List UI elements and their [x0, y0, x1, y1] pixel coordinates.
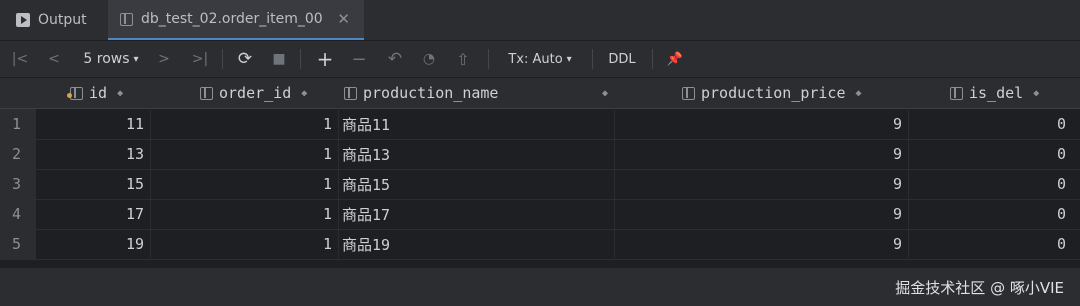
toolbar-divider: [652, 49, 653, 69]
delete-row-button[interactable]: −: [346, 41, 372, 77]
table-row[interactable]: 4 17 1 商品17 9 0: [0, 199, 1080, 230]
table-row[interactable]: 3 15 1 商品15 9 0: [0, 169, 1080, 200]
cell-production-name[interactable]: 商品11: [342, 109, 610, 139]
column-header-label: production_name: [363, 84, 499, 102]
tab-table-label: db_test_02.order_item_00: [141, 11, 323, 27]
footer-bar: 掘金技术社区 @ 啄小VIE: [0, 268, 1080, 306]
toolbar-divider: [300, 49, 301, 69]
preview-changes-button[interactable]: ◔: [416, 41, 442, 77]
chevron-down-icon: ▾: [133, 53, 139, 65]
sort-icon[interactable]: ◆: [1033, 88, 1039, 99]
cell-production-price[interactable]: 9: [620, 109, 902, 139]
cell-is-del[interactable]: 0: [914, 229, 1066, 259]
column-icon: [950, 86, 963, 100]
tab-output[interactable]: Output: [16, 0, 87, 40]
cell-production-name[interactable]: 商品19: [342, 229, 610, 259]
rows-dropdown[interactable]: 5 rows ▾: [74, 41, 148, 77]
tx-mode-label: Tx: Auto: [508, 51, 563, 67]
column-header-label: id: [89, 84, 108, 102]
cell-production-name[interactable]: 商品13: [342, 139, 610, 169]
row-number[interactable]: 5: [0, 229, 36, 259]
column-icon: [682, 86, 695, 100]
cell-id[interactable]: 17: [40, 199, 144, 229]
revert-button[interactable]: ↶: [382, 41, 408, 77]
table-row[interactable]: 2 13 1 商品13 9 0: [0, 139, 1080, 170]
column-header-production-name[interactable]: production_name ◆: [344, 78, 608, 108]
column-header-id[interactable]: id ◆: [67, 78, 148, 108]
cell-is-del[interactable]: 0: [914, 139, 1066, 169]
sort-icon[interactable]: ◆: [602, 88, 608, 99]
toolbar-divider: [222, 49, 223, 69]
cell-id[interactable]: 19: [40, 229, 144, 259]
row-number[interactable]: 3: [0, 169, 36, 199]
add-row-button[interactable]: +: [312, 41, 338, 77]
row-number[interactable]: 1: [0, 109, 36, 139]
ddl-button[interactable]: DDL: [602, 41, 642, 77]
sort-icon[interactable]: ◆: [856, 88, 862, 99]
cell-production-price[interactable]: 9: [620, 229, 902, 259]
column-header-order-id[interactable]: order_id ◆: [200, 78, 336, 108]
cell-order-id[interactable]: 1: [156, 229, 332, 259]
cell-is-del[interactable]: 0: [914, 169, 1066, 199]
column-header-label: order_id: [219, 84, 292, 102]
result-toolbar: |< < 5 rows ▾ > >| ⟳ ■ + − ↶ ◔ ⇧ Tx: Aut…: [0, 41, 1080, 78]
submit-button[interactable]: ⇧: [450, 41, 476, 77]
table-row[interactable]: 1 11 1 商品11 9 0: [0, 109, 1080, 140]
column-header-label: production_price: [701, 84, 846, 102]
run-console-icon: [16, 13, 30, 27]
cell-production-price[interactable]: 9: [620, 169, 902, 199]
cell-is-del[interactable]: 0: [914, 109, 1066, 139]
first-page-button[interactable]: |<: [8, 41, 32, 77]
cell-id[interactable]: 11: [40, 109, 144, 139]
stop-button[interactable]: ■: [266, 41, 292, 77]
cell-order-id[interactable]: 1: [156, 169, 332, 199]
next-page-button[interactable]: >: [152, 41, 176, 77]
transaction-mode-dropdown[interactable]: Tx: Auto ▾: [498, 41, 582, 77]
cell-production-name[interactable]: 商品17: [342, 199, 610, 229]
prev-page-button[interactable]: <: [42, 41, 66, 77]
refresh-button[interactable]: ⟳: [232, 41, 258, 77]
table-icon: [120, 12, 133, 26]
close-icon[interactable]: ✕: [337, 10, 350, 28]
table-row[interactable]: 5 19 1 商品19 9 0: [0, 229, 1080, 260]
row-number[interactable]: 4: [0, 199, 36, 229]
primary-key-column-icon: [67, 86, 83, 100]
column-header-is-del[interactable]: is_del ◆: [950, 78, 1064, 108]
pin-icon[interactable]: 📌: [662, 41, 688, 77]
cell-production-price[interactable]: 9: [620, 199, 902, 229]
watermark: 掘金技术社区 @ 啄小VIE: [895, 278, 1064, 297]
toolbar-divider: [488, 49, 489, 69]
toolbar-divider: [592, 49, 593, 69]
cell-production-price[interactable]: 9: [620, 139, 902, 169]
sort-icon[interactable]: ◆: [117, 88, 123, 99]
tab-order-item-table[interactable]: db_test_02.order_item_00 ✕: [108, 0, 364, 40]
cell-order-id[interactable]: 1: [156, 109, 332, 139]
column-icon: [344, 86, 357, 100]
cell-is-del[interactable]: 0: [914, 199, 1066, 229]
cell-id[interactable]: 13: [40, 139, 144, 169]
rows-count-label: 5 rows: [83, 51, 130, 67]
result-grid: id ◆ order_id ◆ production_name ◆ produc…: [0, 78, 1080, 268]
tab-output-label: Output: [38, 12, 87, 28]
sort-icon[interactable]: ◆: [301, 88, 307, 99]
last-page-button[interactable]: >|: [186, 41, 214, 77]
cell-order-id[interactable]: 1: [156, 199, 332, 229]
chevron-down-icon: ▾: [566, 53, 572, 65]
grid-header: id ◆ order_id ◆ production_name ◆ produc…: [0, 78, 1080, 109]
editor-tabs: Output db_test_02.order_item_00 ✕: [0, 0, 1080, 41]
cell-production-name[interactable]: 商品15: [342, 169, 610, 199]
cell-order-id[interactable]: 1: [156, 139, 332, 169]
cell-id[interactable]: 15: [40, 169, 144, 199]
column-header-label: is_del: [969, 84, 1024, 102]
column-icon: [200, 86, 213, 100]
column-header-production-price[interactable]: production_price ◆: [682, 78, 892, 108]
row-number[interactable]: 2: [0, 139, 36, 169]
